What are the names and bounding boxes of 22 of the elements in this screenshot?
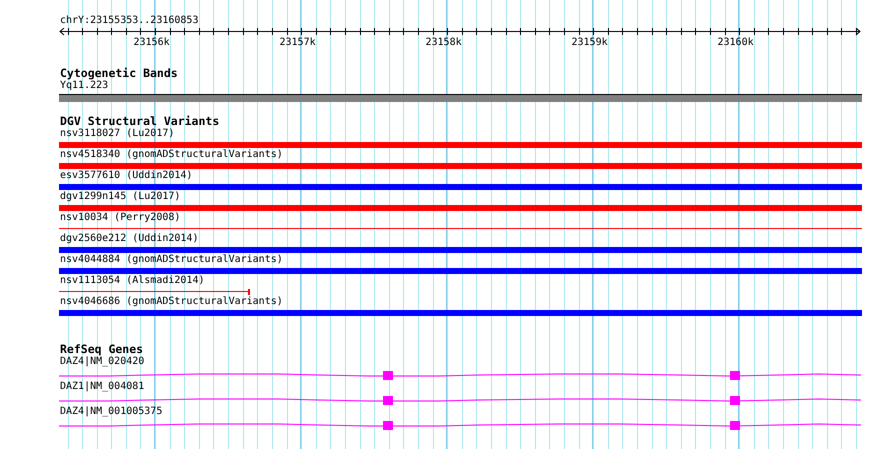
variant-label: nsv1113054 (Alsmadi2014)	[59, 275, 206, 287]
track-title: Cytogenetic Bands	[59, 67, 179, 80]
variant-label: dgv1299n145 (Lu2017)	[59, 191, 182, 203]
tick-label: 23157k	[280, 37, 316, 49]
tick-label: 23156k	[134, 37, 170, 49]
band-label: Yq11.223	[59, 80, 110, 92]
track-title: DGV Structural Variants	[59, 115, 220, 128]
tick-label: 23158k	[426, 37, 462, 49]
gene-label: DAZ4|NM_001005375	[59, 406, 164, 418]
location-label: chrY:23155353..23160853	[59, 14, 200, 27]
variant-label: nsv3118027 (Lu2017)	[59, 128, 176, 140]
variant-label: nsv4044884 (gnomADStructuralVariants)	[59, 254, 284, 266]
variant-label: nsv4046686 (gnomADStructuralVariants)	[59, 296, 284, 308]
tick-label: 23159k	[572, 37, 608, 49]
variant-label: esv3577610 (Uddin2014)	[59, 170, 194, 182]
variant-label: nsv10034 (Perry2008)	[59, 212, 182, 224]
variant-label: dgv2560e212 (Uddin2014)	[59, 233, 200, 245]
gene-label: DAZ1|NM_004081	[59, 381, 146, 393]
track-title: RefSeq Genes	[59, 343, 144, 356]
tick-label: 23160k	[718, 37, 754, 49]
gene-label: DAZ4|NM_020420	[59, 356, 146, 368]
variant-label: nsv4518340 (gnomADStructuralVariants)	[59, 149, 284, 161]
